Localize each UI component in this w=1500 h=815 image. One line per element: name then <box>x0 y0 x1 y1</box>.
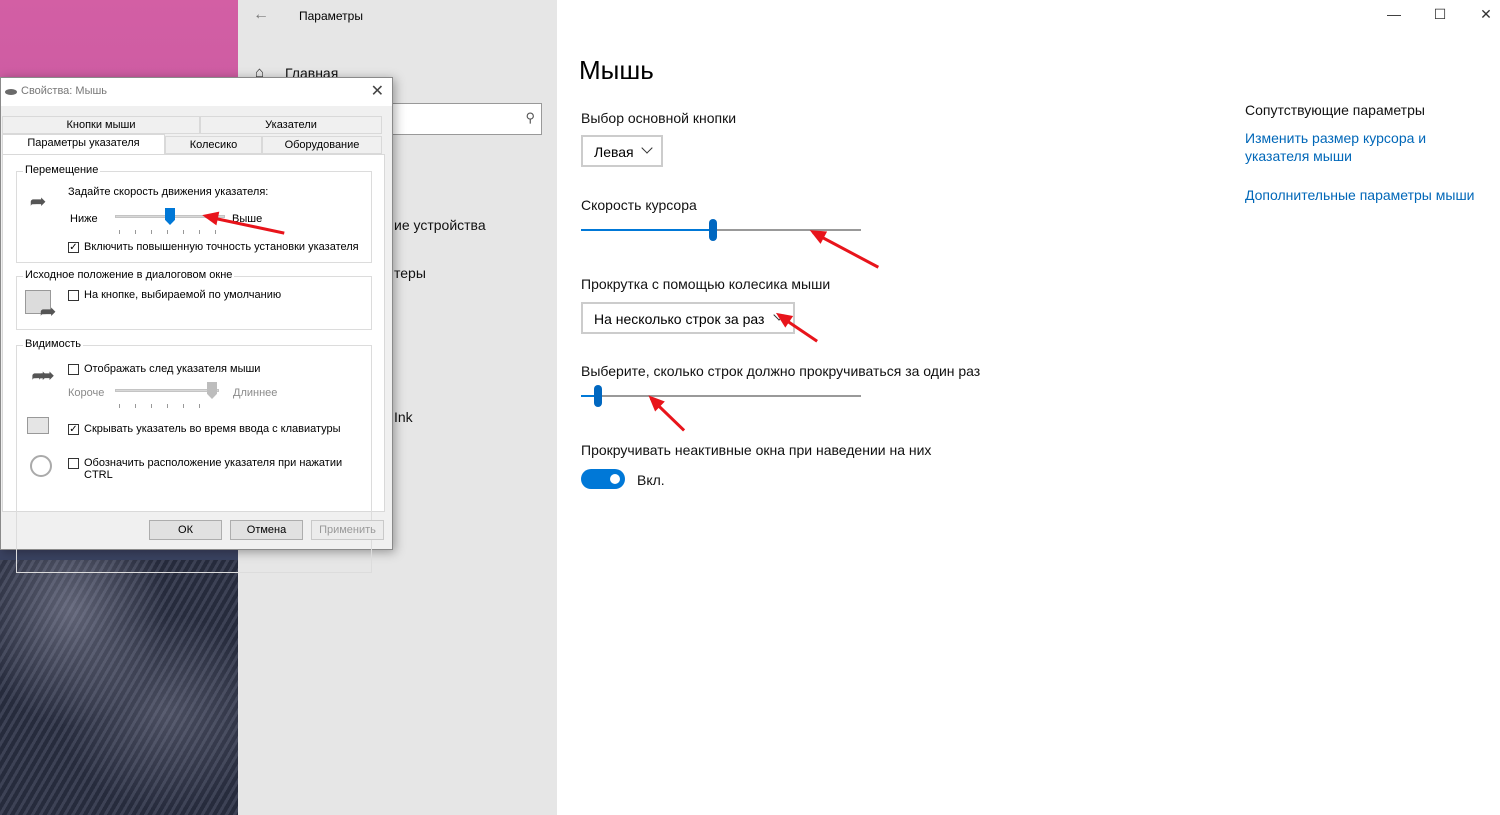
nav-item-devices[interactable]: ие устройства <box>394 217 486 233</box>
nav-item-ink[interactable]: Ink <box>394 409 413 425</box>
trails-label: Отображать след указателя мыши <box>84 363 261 375</box>
snap-checkbox[interactable] <box>68 290 79 301</box>
cursor-speed-fill <box>581 229 713 231</box>
dialog-titlebar: Свойства: Мышь ✕ <box>1 78 392 106</box>
snap-label: На кнопке, выбираемой по умолчанию <box>84 289 282 301</box>
nav-item-printers[interactable]: теры <box>394 265 426 281</box>
show-location-checkbox[interactable] <box>68 458 79 469</box>
toggle-knob <box>610 474 620 484</box>
cursor-speed-thumb[interactable] <box>708 219 717 241</box>
motion-group-label: Перемещение <box>23 164 101 176</box>
close-icon[interactable]: ✕ <box>1471 6 1500 23</box>
search-input[interactable]: ⚲ <box>388 103 542 135</box>
hide-pointer-icon <box>27 417 49 434</box>
motion-prompt: Задайте скорость движения указателя: <box>68 186 269 198</box>
pointer-speed-icon: ➦ <box>29 191 47 213</box>
lines-per-scroll-thumb[interactable] <box>593 385 602 407</box>
show-location-icon <box>30 455 52 477</box>
page-title: Мышь <box>579 55 654 85</box>
hide-while-typing-checkbox[interactable]: ✓ <box>68 424 79 435</box>
trails-slider[interactable] <box>115 389 219 392</box>
show-location-label: Обозначить расположение указателя при на… <box>84 457 342 481</box>
pointer-trails-icon: ➦➦ <box>31 365 55 387</box>
snap-pointer-icon: ➦ <box>39 301 57 323</box>
hide-while-typing-label: Скрывать указатель во время ввода с клав… <box>84 423 341 435</box>
precision-label: Включить повышенную точность установки у… <box>84 241 359 253</box>
mouse-icon <box>5 89 17 95</box>
trails-long-label: Длиннее <box>233 387 278 399</box>
link-cursor-size-line1: Изменить размер курсора и <box>1245 130 1427 146</box>
cancel-button[interactable]: Отмена <box>230 520 303 540</box>
cursor-speed-label: Скорость курсора <box>581 197 697 213</box>
tab-wheel[interactable]: Колесико <box>165 136 262 154</box>
precision-checkbox[interactable]: ✓ <box>68 242 79 253</box>
show-location-label-line2: CTRL <box>84 469 113 481</box>
link-additional-mouse-options[interactable]: Дополнительные параметры мыши <box>1245 187 1475 203</box>
tab-pointer-options[interactable]: Параметры указателя <box>2 134 165 155</box>
tab-pointers[interactable]: Указатели <box>200 116 382 134</box>
inactive-scroll-toggle[interactable] <box>581 469 625 489</box>
lines-per-scroll-label: Выберите, сколько строк должно прокручив… <box>581 363 981 379</box>
slower-label: Ниже <box>70 213 98 225</box>
wheel-scroll-value: На несколько строк за раз <box>594 311 765 327</box>
inactive-scroll-label: Прокручивать неактивные окна при наведен… <box>581 442 932 458</box>
wheel-scroll-select[interactable]: На несколько строк за раз <box>581 302 795 334</box>
link-cursor-size[interactable]: Изменить размер курсора и указателя мыши <box>1245 130 1426 164</box>
wheel-scroll-label: Прокрутка с помощью колесика мыши <box>581 276 831 292</box>
app-title: Параметры <box>299 9 363 23</box>
show-location-label-line1: Обозначить расположение указателя при на… <box>84 457 343 469</box>
wallpaper-rocks <box>0 560 238 815</box>
trails-short-label: Короче <box>68 387 105 399</box>
minimize-icon[interactable]: — <box>1379 6 1409 22</box>
visibility-group-label: Видимость <box>23 338 83 350</box>
mouse-properties-dialog: Свойства: Мышь ✕ Кнопки мыши Указатели П… <box>0 77 393 573</box>
slider-ticks <box>119 230 219 234</box>
trails-checkbox[interactable] <box>68 364 79 375</box>
primary-button-label: Выбор основной кнопки <box>581 110 737 126</box>
annotation-arrow <box>649 397 686 432</box>
primary-button-select[interactable]: Левая <box>581 135 663 167</box>
chevron-down-icon <box>641 142 653 154</box>
tab-page: Перемещение ➦ Задайте скорость движения … <box>2 154 385 573</box>
link-cursor-size-line2: указателя мыши <box>1245 148 1352 164</box>
primary-button-value: Левая <box>594 144 634 160</box>
settings-main: — ☐ ✕ Мышь Выбор основной кнопки Левая С… <box>557 0 1500 815</box>
apply-button[interactable]: Применить <box>311 520 384 540</box>
tab-hardware[interactable]: Оборудование <box>262 136 382 154</box>
lines-per-scroll-slider[interactable] <box>581 395 861 397</box>
search-icon: ⚲ <box>525 110 535 125</box>
snap-group-label: Исходное положение в диалоговом окне <box>23 269 235 281</box>
tab-mouse-buttons[interactable]: Кнопки мыши <box>2 116 200 134</box>
annotation-arrow <box>812 231 880 269</box>
maximize-icon[interactable]: ☐ <box>1425 6 1455 23</box>
back-arrow-icon[interactable]: ← <box>253 6 269 24</box>
dialog-close-icon[interactable]: ✕ <box>371 81 384 101</box>
slider-ticks <box>119 404 215 408</box>
related-settings-title: Сопутствующие параметры <box>1245 102 1425 118</box>
snap-group <box>16 276 372 330</box>
dialog-title: Свойства: Мышь <box>21 85 108 97</box>
inactive-scroll-state: Вкл. <box>637 472 665 488</box>
ok-button[interactable]: ОК <box>149 520 222 540</box>
